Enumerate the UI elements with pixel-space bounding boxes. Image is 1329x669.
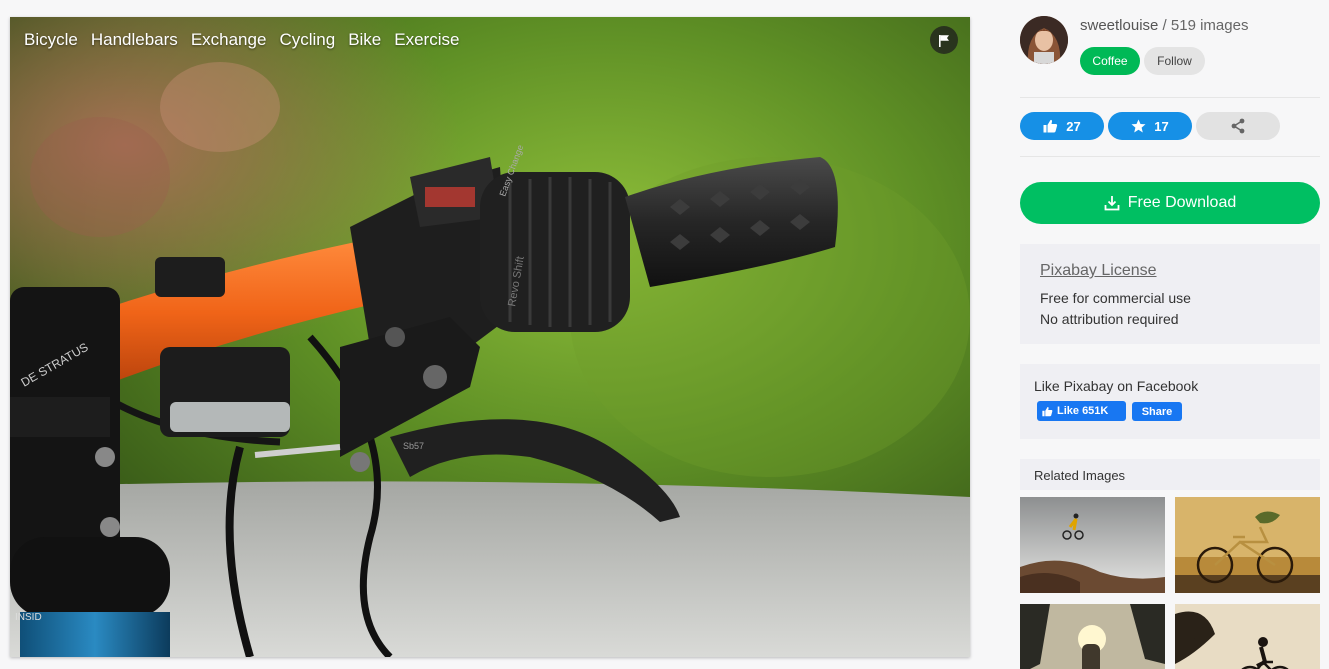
like-button[interactable]: 27 xyxy=(1020,112,1104,140)
facebook-like-label: Like 651K xyxy=(1057,405,1109,417)
license-link[interactable]: Pixabay License xyxy=(1040,262,1157,280)
avatar-image xyxy=(1020,16,1068,64)
divider xyxy=(1020,97,1320,98)
thumbs-up-icon xyxy=(1042,406,1053,416)
author-username[interactable]: sweetlouise xyxy=(1080,17,1158,34)
thumbs-up-icon xyxy=(1043,119,1058,133)
tag-exercise[interactable]: Exercise xyxy=(394,30,459,50)
share-icon xyxy=(1231,118,1245,134)
likes-count: 27 xyxy=(1066,118,1081,134)
author-separator: / xyxy=(1158,17,1171,34)
facebook-like-button[interactable]: Like 651K xyxy=(1037,401,1126,421)
related-image-sunset-cyclist xyxy=(1020,604,1165,669)
facebook-title: Like Pixabay on Facebook xyxy=(1034,378,1199,394)
related-thumbnail[interactable] xyxy=(1020,497,1165,593)
share-button[interactable] xyxy=(1196,112,1280,140)
license-attribution-text: No attribution required xyxy=(1040,311,1179,327)
favorite-button[interactable]: 17 xyxy=(1108,112,1192,140)
lever-text: Sb57 xyxy=(403,441,424,451)
author-block: sweetlouise / 519 images Coffee Follow xyxy=(1020,16,1320,76)
related-images-title: Related Images xyxy=(1034,468,1126,483)
tag-handlebars[interactable]: Handlebars xyxy=(91,30,178,50)
related-image-vintage-bicycle xyxy=(1175,497,1320,593)
related-thumbnail[interactable] xyxy=(1175,497,1320,593)
related-images-heading: Related Images xyxy=(1020,459,1320,490)
frame-text: INSID xyxy=(15,612,42,623)
author-line: sweetlouise / 519 images xyxy=(1080,17,1248,34)
stats-row: 27 17 xyxy=(1020,112,1320,140)
tag-cycling[interactable]: Cycling xyxy=(279,30,335,50)
tag-list: Bicycle Handlebars Exchange Cycling Bike… xyxy=(24,30,472,50)
flag-icon xyxy=(939,34,949,47)
favorites-count: 17 xyxy=(1154,118,1169,134)
avatar[interactable] xyxy=(1020,16,1068,64)
star-icon xyxy=(1131,119,1146,133)
report-button[interactable] xyxy=(930,26,958,54)
follow-button[interactable]: Follow xyxy=(1144,47,1205,75)
tag-bicycle[interactable]: Bicycle xyxy=(24,30,78,50)
divider xyxy=(1020,156,1320,157)
sidebar: sweetlouise / 519 images Coffee Follow 2… xyxy=(1020,0,1320,669)
author-images-count[interactable]: 519 images xyxy=(1171,17,1249,34)
main-photo[interactable]: DE STRATUS INSID Revo Shift Easy Change … xyxy=(10,17,970,657)
related-thumbnail[interactable] xyxy=(1020,604,1165,669)
tag-exchange[interactable]: Exchange xyxy=(191,30,267,50)
bicycle-handlebar-image: DE STRATUS INSID Revo Shift Easy Change … xyxy=(10,17,970,657)
download-label: Free Download xyxy=(1127,194,1237,211)
coffee-button[interactable]: Coffee xyxy=(1080,47,1140,75)
tag-bike[interactable]: Bike xyxy=(348,30,381,50)
related-thumbnail[interactable] xyxy=(1175,604,1320,669)
free-download-button[interactable]: Free Download xyxy=(1020,182,1320,224)
facebook-share-button[interactable]: Share xyxy=(1132,402,1182,421)
related-image-bmx-jump xyxy=(1020,497,1165,593)
related-image-silhouette-bike xyxy=(1175,604,1320,669)
license-box: Pixabay License Free for commercial use … xyxy=(1020,244,1320,344)
download-icon xyxy=(1104,196,1120,211)
facebook-box: Like Pixabay on Facebook Like 651K Share xyxy=(1020,364,1320,439)
license-commercial-text: Free for commercial use xyxy=(1040,290,1191,306)
